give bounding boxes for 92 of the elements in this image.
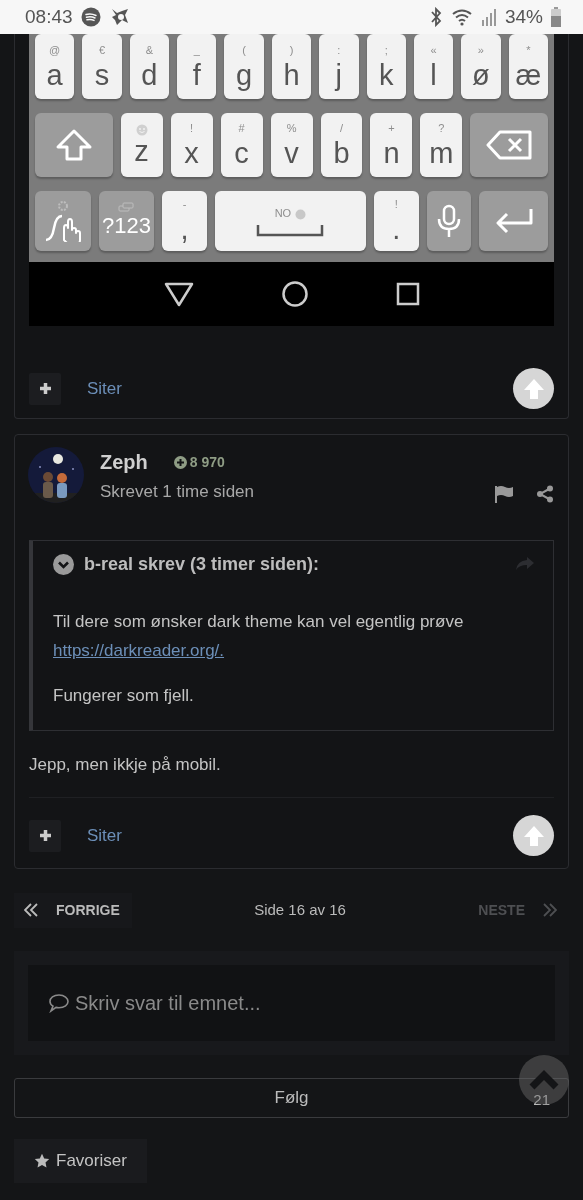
- key-hint: »: [477, 42, 484, 57]
- comment-icon: [48, 993, 70, 1013]
- upvote-button[interactable]: [513, 815, 554, 856]
- plus-icon: [38, 382, 52, 395]
- key-hint: :: [337, 42, 341, 57]
- key-hint: _: [193, 42, 200, 57]
- key-letter: m: [429, 138, 454, 169]
- keyboard-switch-icon: [118, 202, 135, 212]
- plus-icon: [38, 829, 52, 842]
- signal-icon: [480, 7, 497, 27]
- reply-field[interactable]: Skriv svar til emnet...: [28, 965, 555, 1041]
- quote-text: Til dere som ønsker dark theme kan vel egentlig prøve https://darkreader.org/.: [53, 610, 465, 662]
- gear-icon: [56, 200, 69, 212]
- key-letter: x: [184, 138, 199, 169]
- key-hint: !: [394, 197, 398, 211]
- music-app-icon: [80, 7, 101, 27]
- key-letter: d: [141, 59, 158, 91]
- key-hint: @: [49, 42, 61, 57]
- key-letter: æ: [515, 59, 542, 91]
- key-letter: j: [335, 59, 343, 91]
- key-letter: c: [234, 138, 249, 169]
- back-icon: [162, 281, 195, 307]
- key-letter: v: [284, 138, 299, 169]
- key-hint: €: [98, 42, 106, 57]
- key-letter: n: [383, 138, 400, 169]
- author-name[interactable]: Zeph: [100, 447, 148, 477]
- smiley-icon: [135, 123, 148, 136]
- upvote-button[interactable]: [513, 368, 554, 409]
- follower-count: 21: [533, 1090, 550, 1110]
- previous-button[interactable]: FORRIGE: [14, 892, 132, 928]
- backspace-icon: [486, 130, 533, 160]
- flag-icon: [494, 484, 514, 503]
- gesture-icon: [43, 212, 82, 242]
- plus-button[interactable]: [29, 372, 61, 405]
- key-letter: z: [134, 135, 149, 167]
- key-hint: &: [145, 42, 154, 57]
- key-letter: .: [392, 214, 401, 245]
- battery-icon: [551, 7, 561, 27]
- chevron-up-icon: [529, 1070, 559, 1090]
- recents-icon: [394, 281, 421, 307]
- key-letter: l: [430, 59, 437, 91]
- key-letter: g: [236, 59, 253, 91]
- key-hint: ): [289, 42, 294, 57]
- status-time: 08:43: [25, 4, 73, 29]
- key-hint: ;: [384, 42, 388, 57]
- page-indicator: Side 16 av 16: [253, 899, 347, 920]
- key-hint: (: [242, 42, 246, 57]
- key-hint: ?: [438, 121, 445, 135]
- key-hint: «: [430, 42, 437, 57]
- follow-button[interactable]: Følg 21: [14, 1078, 569, 1118]
- key-hint: -: [182, 197, 187, 211]
- key-letter: k: [378, 59, 394, 91]
- key-hint: !: [190, 121, 194, 135]
- scroll-top-button[interactable]: [519, 1055, 569, 1105]
- key-letter: ,: [180, 214, 189, 245]
- quote-link-url[interactable]: https://darkreader.org/.: [53, 640, 225, 660]
- key-hint: *: [526, 42, 531, 57]
- key-letter: a: [46, 59, 63, 91]
- forward-icon: [515, 556, 535, 572]
- double-chevron-right-icon: [543, 903, 557, 917]
- post-time: Skrevet 1 time siden: [100, 481, 254, 503]
- globe-icon: [295, 208, 307, 220]
- key-hint: #: [238, 121, 245, 135]
- quote-link[interactable]: Siter: [87, 375, 122, 402]
- key-letter: b: [333, 138, 350, 169]
- star-icon: [34, 1152, 50, 1169]
- key-hint: +: [388, 121, 395, 135]
- plus-button[interactable]: [29, 819, 61, 852]
- key-letter: h: [283, 59, 300, 91]
- space-bar-icon: [256, 222, 325, 237]
- key-letter: f: [192, 59, 201, 91]
- double-chevron-left-icon: [24, 903, 38, 917]
- chevron-down-icon: [53, 553, 74, 575]
- key-hint: NO: [274, 205, 292, 220]
- key-hint: /: [339, 121, 343, 135]
- share-icon: [536, 484, 554, 503]
- favorite-button[interactable]: Favoriser: [14, 1139, 147, 1183]
- quote-header: b-real skrev (3 timer siden):: [84, 552, 320, 576]
- plus-circle-icon: [173, 455, 187, 469]
- reputation-count: 8 970: [189, 452, 225, 472]
- key-letter: s: [94, 59, 110, 91]
- home-icon: [280, 280, 309, 308]
- microphone-icon: [435, 204, 462, 238]
- key-hint: %: [286, 121, 297, 135]
- battery-level: 34%: [504, 4, 543, 29]
- bluetooth-icon: [428, 7, 443, 27]
- key-label: ?123: [101, 212, 151, 240]
- quote-link[interactable]: Siter: [87, 822, 122, 849]
- quote-text: Fungerer som fjell.: [53, 684, 195, 707]
- post-text: Jepp, men ikkje på mobil.: [29, 751, 554, 798]
- wifi-icon: [450, 8, 473, 26]
- key-letter: ø: [472, 59, 490, 91]
